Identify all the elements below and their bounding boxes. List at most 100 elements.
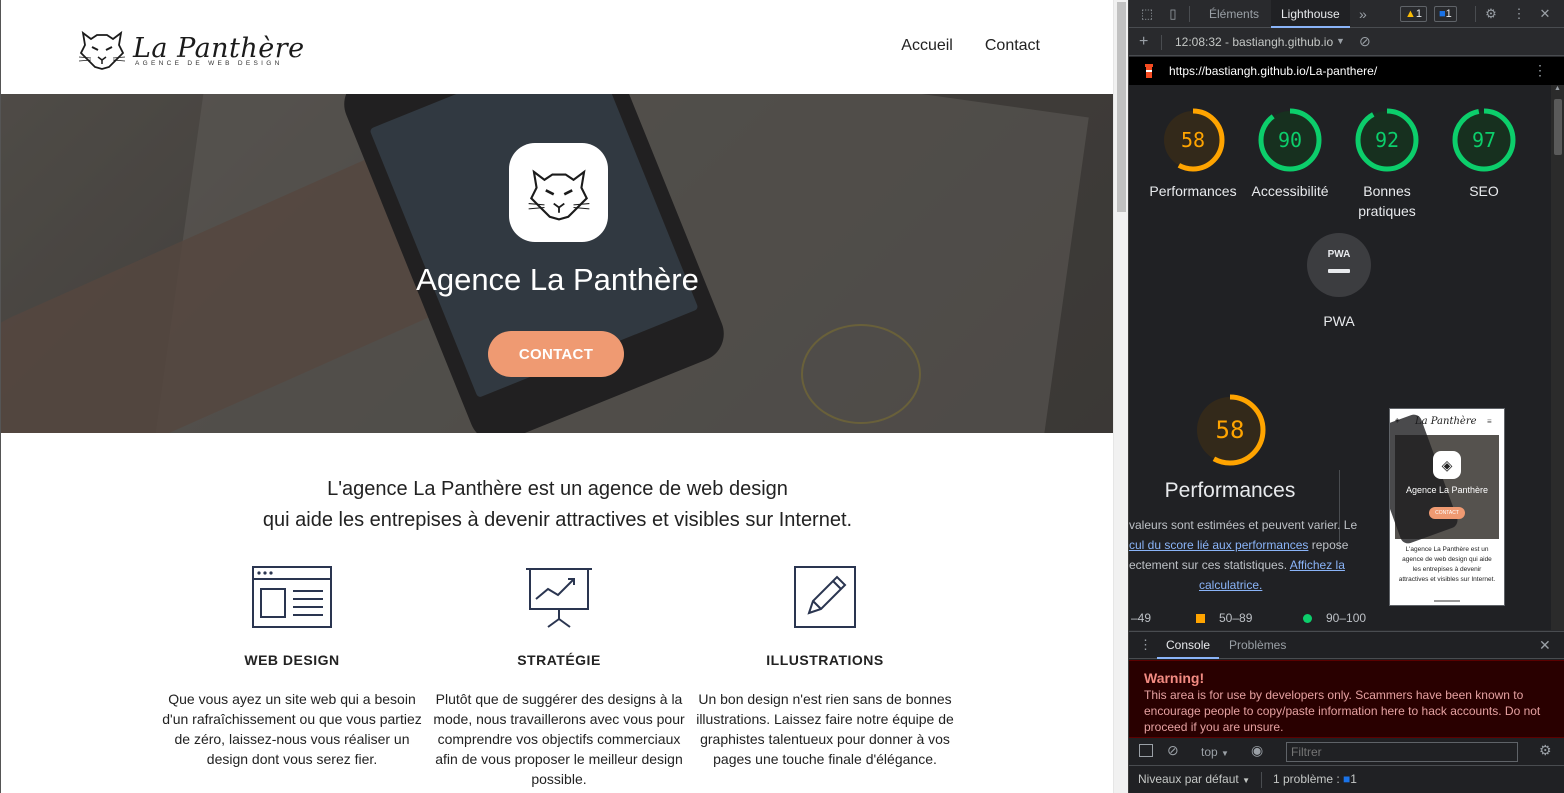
score-gauge-2[interactable]: 92 [1354, 107, 1420, 173]
messages-badge[interactable]: ■1 [1434, 6, 1457, 22]
clear-console-icon[interactable]: ⊘ [1167, 742, 1179, 759]
tab-elements[interactable]: Éléments [1199, 0, 1269, 28]
lighthouse-toolbar: + 12:08:32 - bastiangh.github.io ▼ ⊘ [1129, 29, 1564, 56]
console-filter-input[interactable] [1286, 742, 1518, 762]
hero-banner: Agence La Panthère CONTACT [1, 94, 1113, 433]
page-scrollbar[interactable] [1113, 0, 1128, 793]
contact-button[interactable]: CONTACT [488, 331, 624, 377]
service-title: STRATÉGIE [517, 652, 601, 668]
drawer-menu-icon[interactable]: ⋮ [1139, 637, 1152, 653]
sidebar-toggle-icon[interactable] [1139, 744, 1153, 757]
score-calculation-link[interactable]: cul du score lié aux performances [1129, 538, 1308, 552]
legend-fail: –49 [1131, 611, 1152, 625]
presentation-chart-icon [526, 568, 592, 628]
legend-pass-swatch [1303, 614, 1312, 623]
kebab-menu-icon[interactable]: ⋮ [1511, 6, 1527, 22]
context-selector[interactable]: top ▼ [1201, 745, 1229, 759]
more-tabs-button[interactable]: » [1349, 0, 1377, 28]
legend-average-swatch [1196, 614, 1205, 623]
log-levels-dropdown[interactable]: Niveaux par défaut ▼ [1138, 772, 1250, 786]
hero-logo-badge [509, 143, 608, 242]
service-title: WEB DESIGN [244, 652, 340, 668]
warnings-badge[interactable]: ▲1 [1400, 6, 1428, 22]
nav-accueil-link[interactable]: Accueil [901, 37, 953, 55]
console-drawer: ⋮ Console Problèmes ✕ Warning! This area… [1129, 631, 1564, 793]
audited-url[interactable]: https://bastiangh.github.io/La-panthere/ [1169, 64, 1377, 78]
devtools-panel: ⬚ ▯ Éléments Lighthouse » ▲1 ■1 ⚙ ⋮ ✕ + … [1128, 0, 1564, 793]
service-illustrations: ILLUSTRATIONS Un bon design n'est rien s… [695, 565, 955, 767]
nav-contact-link[interactable]: Contact [985, 37, 1040, 55]
score-label: Accessibilité [1251, 183, 1329, 199]
lighthouse-icon [1145, 64, 1153, 78]
report-dropdown-icon[interactable]: ▼ [1336, 36, 1345, 46]
score-legend: –49 50–89 90–100 [1129, 611, 1429, 627]
pwa-badge[interactable]: PWA [1307, 233, 1371, 297]
lighthouse-url-bar: https://bastiangh.github.io/La-panthere/… [1129, 57, 1564, 85]
panther-logo-icon [78, 30, 126, 70]
close-drawer-icon[interactable]: ✕ [1539, 637, 1551, 654]
logo-tagline: AGENCE DE WEB DESIGN [135, 60, 283, 67]
tab-problems[interactable]: Problèmes [1221, 632, 1294, 659]
message-icon: ■ [1439, 8, 1446, 20]
tab-console[interactable]: Console [1157, 632, 1220, 659]
performance-title: Performances [1164, 479, 1296, 502]
pwa-label: PWA [1323, 313, 1355, 329]
main-nav: Accueil Contact [901, 37, 1040, 55]
inspect-element-icon[interactable]: ⬚ [1139, 6, 1155, 22]
thumb-panther-icon: ◈ [1433, 451, 1461, 479]
show-calculator-link[interactable]: Affichez la [1290, 558, 1345, 572]
site-header: La Panthère AGENCE DE WEB DESIGN Accueil… [1, 0, 1113, 94]
drawer-tab-bar: ⋮ Console Problèmes ✕ [1129, 632, 1564, 659]
intro-line-2: qui aide les entrepises à devenir attrac… [262, 509, 853, 531]
service-web-design: WEB DESIGN Que vous ayez un site web qui… [162, 565, 422, 767]
lighthouse-scrollbar[interactable]: ▲ [1551, 85, 1564, 630]
service-text: Que vous ayez un site web qui a besoin d… [162, 691, 422, 767]
console-levels-bar: Niveaux par défaut ▼ 1 problème : ■1 [1129, 766, 1564, 793]
levels-dropdown-icon: ▼ [1242, 776, 1250, 785]
clear-reports-icon[interactable]: ⊘ [1359, 33, 1371, 50]
browser-window-icon [252, 566, 332, 628]
close-devtools-icon[interactable]: ✕ [1537, 6, 1553, 22]
context-dropdown-icon: ▼ [1221, 749, 1229, 758]
warning-title: Warning! [1144, 670, 1205, 686]
settings-gear-icon[interactable]: ⚙ [1483, 6, 1499, 22]
score-value: 58 [1180, 128, 1206, 152]
tab-lighthouse[interactable]: Lighthouse [1271, 0, 1350, 28]
score-label: SEO [1469, 183, 1499, 199]
url-menu-icon[interactable]: ⋮ [1533, 62, 1547, 79]
performance-score-large: 58 [1215, 416, 1245, 444]
service-title: ILLUSTRATIONS [766, 652, 884, 668]
report-selector[interactable]: 12:08:32 - bastiangh.github.io [1175, 35, 1333, 49]
lighthouse-report: 58 Performances 90 Accessibilité 92 Bonnes pr… [1129, 85, 1551, 630]
screen: La Panthère AGENCE DE WEB DESIGN Accueil… [0, 0, 1564, 793]
performance-description: valeurs sont estimées et peuvent varier.… [1129, 518, 1358, 592]
score-gauge-1[interactable]: 90 [1257, 107, 1323, 173]
score-value: 92 [1374, 128, 1400, 152]
score-label: Bonnes pratiques [1358, 183, 1416, 219]
service-strategie: STRATÉGIE Plutôt que de suggérer des des… [429, 565, 689, 787]
hero-title: Agence La Panthère [416, 262, 699, 297]
warning-icon: ▲ [1405, 8, 1416, 20]
thumb-contact-button: CONTACT [1429, 507, 1465, 519]
legend-pass: 90–100 [1326, 611, 1367, 625]
score-gauge-3[interactable]: 97 [1451, 107, 1517, 173]
console-warning: Warning! This area is for use by develop… [1129, 660, 1564, 738]
score-value: 97 [1471, 128, 1497, 152]
warning-text: This area is for use by developers only.… [1144, 688, 1541, 734]
score-value: 90 [1277, 128, 1303, 152]
website-viewport: La Panthère AGENCE DE WEB DESIGN Accueil… [0, 0, 1113, 793]
score-gauge-0[interactable]: 58 [1160, 107, 1226, 173]
pwa-badge-label: PWA [1327, 249, 1351, 260]
thumb-hero-title: Agence La Panthère [1405, 485, 1489, 495]
thumb-menu-icon: ≡ [1487, 417, 1492, 426]
live-expression-eye-icon[interactable]: ◉ [1251, 742, 1263, 759]
new-report-button[interactable]: + [1139, 33, 1148, 51]
console-settings-icon[interactable]: ⚙ [1539, 742, 1552, 759]
site-logo[interactable]: La Panthère AGENCE DE WEB DESIGN [77, 26, 305, 72]
page-screenshot-thumbnail[interactable]: ◈ La Panthère ≡ ◈ Agence La Panthère CON… [1389, 408, 1505, 606]
issues-counter[interactable]: 1 problème : ■1 [1273, 772, 1357, 786]
thumb-intro-text: L'agence La Panthère est un agence de we… [1398, 546, 1496, 583]
calculator-link[interactable]: calculatrice. [1199, 578, 1262, 592]
score-label: Performances [1149, 183, 1237, 199]
device-toolbar-icon[interactable]: ▯ [1165, 6, 1181, 22]
